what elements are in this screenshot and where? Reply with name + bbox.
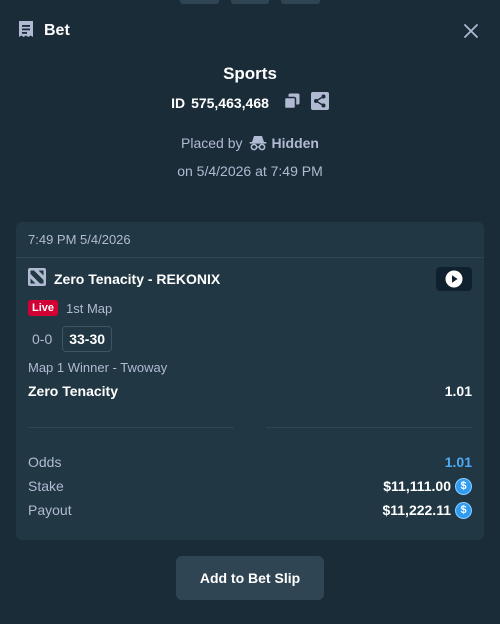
bet-id-row: ID 575,463,468 <box>0 92 500 113</box>
score-row: 0-0 33-30 <box>28 326 472 352</box>
match-name[interactable]: Zero Tenacity - REKONIX <box>54 271 220 287</box>
receipt-icon <box>16 19 36 44</box>
odds-row: Odds 1.01 <box>28 450 472 474</box>
stake-row: Stake $11,111.00 $ <box>28 474 472 498</box>
series-score: 0-0 <box>32 331 53 347</box>
market-name: Map 1 Winner - Twoway <box>28 360 168 375</box>
placed-on-date: on 5/4/2026 at 7:49 PM <box>177 163 323 179</box>
play-icon <box>445 270 463 288</box>
copy-icon[interactable] <box>283 92 301 113</box>
share-icon[interactable] <box>310 92 329 113</box>
incognito-icon <box>249 136 267 151</box>
odds-value: 1.01 <box>444 454 472 470</box>
modal-title: Bet <box>44 22 70 39</box>
stake-label: Stake <box>28 478 64 494</box>
placed-by-user: Hidden <box>249 135 319 151</box>
payout-value: $11,222.11 <box>382 502 451 518</box>
bet-id-label: ID <box>171 94 186 111</box>
selection-row: Zero Tenacity 1.01 <box>28 383 472 399</box>
payout-label: Payout <box>28 502 72 518</box>
live-stream-button[interactable] <box>436 267 472 291</box>
map-score: 33-30 <box>62 326 113 352</box>
bet-id-value: 575,463,468 <box>191 94 269 111</box>
bet-card: 7:49 PM 5/4/2026 Zero Tenacity - REKONIX <box>16 222 484 540</box>
modal-header: Bet <box>16 18 484 44</box>
close-button[interactable] <box>458 18 484 44</box>
stake-value: $11,111.00 <box>383 478 451 494</box>
placed-by-row: Placed by Hidden <box>0 135 500 151</box>
close-icon <box>464 24 478 38</box>
usd-coin-icon: $ <box>455 477 472 495</box>
bet-info: Sports ID 575,463,468 Placed by Hidden o… <box>0 64 500 179</box>
usd-coin-icon: $ <box>455 501 472 519</box>
live-badge: Live <box>28 300 59 316</box>
add-to-bet-slip-button[interactable]: Add to Bet Slip <box>176 556 324 600</box>
payout-row: Payout $11,222.11 $ <box>28 498 472 522</box>
bet-summary: Odds 1.01 Stake $11,111.00 $ Payout $11,… <box>28 450 472 522</box>
match-status: Live 1st Map <box>28 300 472 316</box>
placed-by-username: Hidden <box>271 135 319 151</box>
map-label: 1st Map <box>66 300 113 316</box>
bet-card-time: 7:49 PM 5/4/2026 <box>16 222 484 258</box>
match-row: Zero Tenacity - REKONIX <box>28 267 472 291</box>
selection-odds: 1.01 <box>444 383 472 399</box>
header-title-group: Bet <box>16 19 70 44</box>
dota-icon <box>28 267 46 291</box>
top-tabs-hint <box>180 0 321 4</box>
bet-category: Sports <box>223 64 277 83</box>
divider <box>28 427 472 428</box>
selection-name: Zero Tenacity <box>28 383 118 399</box>
placed-by-label: Placed by <box>181 135 243 151</box>
odds-label: Odds <box>28 454 62 470</box>
